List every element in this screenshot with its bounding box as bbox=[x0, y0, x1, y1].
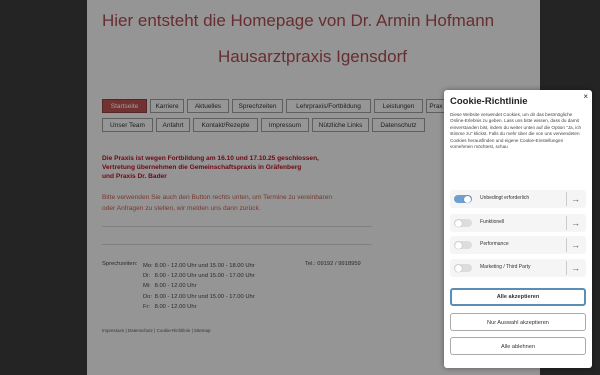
appointment-info: Bitte verwenden Sie auch den Button rech… bbox=[102, 193, 332, 214]
hours-table: Mo: 8.00 - 12.00 Uhr und 15.00 - 18.00 U… bbox=[143, 261, 255, 312]
hours-morning: 8.00 - 12.00 Uhr bbox=[154, 283, 197, 290]
toggle-functional[interactable] bbox=[454, 219, 472, 227]
hours-day: Fr: bbox=[143, 303, 151, 310]
cookie-title: Cookie-Richtlinie bbox=[450, 96, 528, 107]
toggle-necessary[interactable] bbox=[454, 195, 472, 203]
toggle-performance[interactable] bbox=[454, 241, 472, 249]
cookie-dialog: × Cookie-Richtlinie Diese Website verwen… bbox=[444, 90, 592, 368]
page-title: Hier entsteht die Homepage von Dr. Armin… bbox=[102, 11, 495, 30]
arrow-right-icon[interactable]: → bbox=[571, 261, 580, 275]
notice-line: Die Praxis ist wegen Fortbildung am 16.1… bbox=[102, 155, 319, 162]
cookie-category-functional: Funktionell → bbox=[450, 214, 586, 232]
hours-day: Do: bbox=[143, 293, 153, 300]
nav-aktuelles[interactable]: Aktuelles bbox=[187, 99, 229, 113]
hours-day: Mo: bbox=[143, 263, 153, 269]
hours-morning: 8.00 - 12.00 Uhr bbox=[154, 273, 197, 280]
category-label: Funktionell bbox=[480, 219, 505, 225]
footer-links[interactable]: Impressum | Datenschutz | Cookie-Richtli… bbox=[102, 328, 211, 333]
hours-day: Di: bbox=[143, 273, 151, 280]
hours-morning: 8.00 - 12.00 Uhr bbox=[154, 263, 197, 269]
cookie-category-necessary: Unbedingt erforderlich → bbox=[450, 190, 586, 208]
divider bbox=[566, 261, 567, 275]
divider bbox=[566, 238, 567, 252]
nav-praxis[interactable]: Prax bbox=[426, 99, 446, 113]
nav-karriere[interactable]: Karriere bbox=[150, 99, 184, 113]
nav-lehrpraxis[interactable]: Lehrpraxis/Fortbildung bbox=[286, 99, 371, 113]
cookie-text: Diese Website verwendet Cookies, um dir … bbox=[450, 112, 582, 150]
nav-leistungen[interactable]: Leistungen bbox=[374, 99, 423, 113]
nav-startseite[interactable]: Startseite bbox=[102, 99, 147, 113]
close-icon[interactable]: × bbox=[583, 92, 588, 101]
cookie-category-performance: Performance → bbox=[450, 236, 586, 254]
notice-line: Vertretung übernehmen die Gemeinschaftsp… bbox=[102, 163, 302, 171]
toggle-knob bbox=[455, 241, 462, 249]
category-label: Unbedingt erforderlich bbox=[480, 195, 530, 201]
nav-sprechzeiten[interactable]: Sprechzeiten bbox=[232, 99, 283, 113]
reject-all-button[interactable]: Alle ablehnen bbox=[450, 337, 586, 355]
hours-afternoon: und 15.00 - 17.00 Uhr bbox=[198, 273, 255, 280]
hours-morning: 8.00 - 12.00 Uhr bbox=[154, 303, 197, 310]
cookie-category-marketing: Marketing / Third Party → bbox=[450, 259, 586, 277]
category-label: Performance bbox=[480, 241, 509, 247]
toggle-marketing[interactable] bbox=[454, 264, 472, 272]
hours-row: Di: 8.00 - 12.00 Uhr und 15.00 - 17.00 U… bbox=[143, 271, 255, 281]
phone-number: Tel.: 09192 / 9918959 bbox=[305, 261, 361, 267]
nav-nuetzliche-links[interactable]: Nützliche Links bbox=[312, 118, 369, 132]
nav-impressum[interactable]: Impressum bbox=[261, 118, 309, 132]
hours-row: Mi: 8.00 - 12.00 Uhr bbox=[143, 281, 255, 291]
hours-label: Sprechzeiten: bbox=[102, 261, 138, 267]
category-label: Marketing / Third Party bbox=[480, 264, 531, 270]
accept-all-button[interactable]: Alle akzeptieren bbox=[450, 288, 586, 306]
arrow-right-icon[interactable]: → bbox=[571, 192, 580, 206]
hours-day: Mi: bbox=[143, 283, 151, 290]
divider bbox=[566, 216, 567, 230]
hours-morning: 8.00 - 12.00 Uhr bbox=[154, 293, 197, 300]
divider bbox=[102, 244, 372, 245]
nav-anfahrt[interactable]: Anfahrt bbox=[156, 118, 190, 132]
closure-notice: Die Praxis ist wegen Fortbildung am 16.1… bbox=[102, 155, 319, 181]
nav-kontakt-rezepte[interactable]: Kontakt/Rezepte bbox=[193, 118, 258, 132]
hours-row: Fr: 8.00 - 12.00 Uhr bbox=[143, 302, 255, 312]
toggle-knob bbox=[455, 219, 462, 227]
notice-line: und Praxis Dr. Bader bbox=[102, 172, 167, 180]
info-line: oder Anfragen zu stellen, wir melden uns… bbox=[102, 204, 261, 212]
nav-datenschutz[interactable]: Datenschutz bbox=[372, 118, 425, 132]
info-line: Bitte verwenden Sie auch den Button rech… bbox=[102, 194, 333, 201]
hours-row: Mo: 8.00 - 12.00 Uhr und 15.00 - 18.00 U… bbox=[143, 261, 255, 271]
arrow-right-icon[interactable]: → bbox=[571, 238, 580, 252]
divider bbox=[102, 226, 372, 227]
divider bbox=[566, 192, 567, 206]
page-subtitle: Hausarztpraxis Igensdorf bbox=[218, 47, 407, 66]
arrow-right-icon[interactable]: → bbox=[571, 216, 580, 230]
accept-selection-button[interactable]: Nur Auswahl akzeptieren bbox=[450, 313, 586, 331]
toggle-knob bbox=[464, 195, 471, 203]
hours-afternoon: und 15.00 - 17.00 Uhr bbox=[198, 293, 255, 300]
nav-unser-team[interactable]: Unser Team bbox=[102, 118, 153, 132]
toggle-knob bbox=[455, 264, 462, 272]
hours-afternoon: und 15.00 - 18.00 Uhr bbox=[198, 263, 255, 269]
hours-row: Do: 8.00 - 12.00 Uhr und 15.00 - 17.00 U… bbox=[143, 292, 255, 302]
